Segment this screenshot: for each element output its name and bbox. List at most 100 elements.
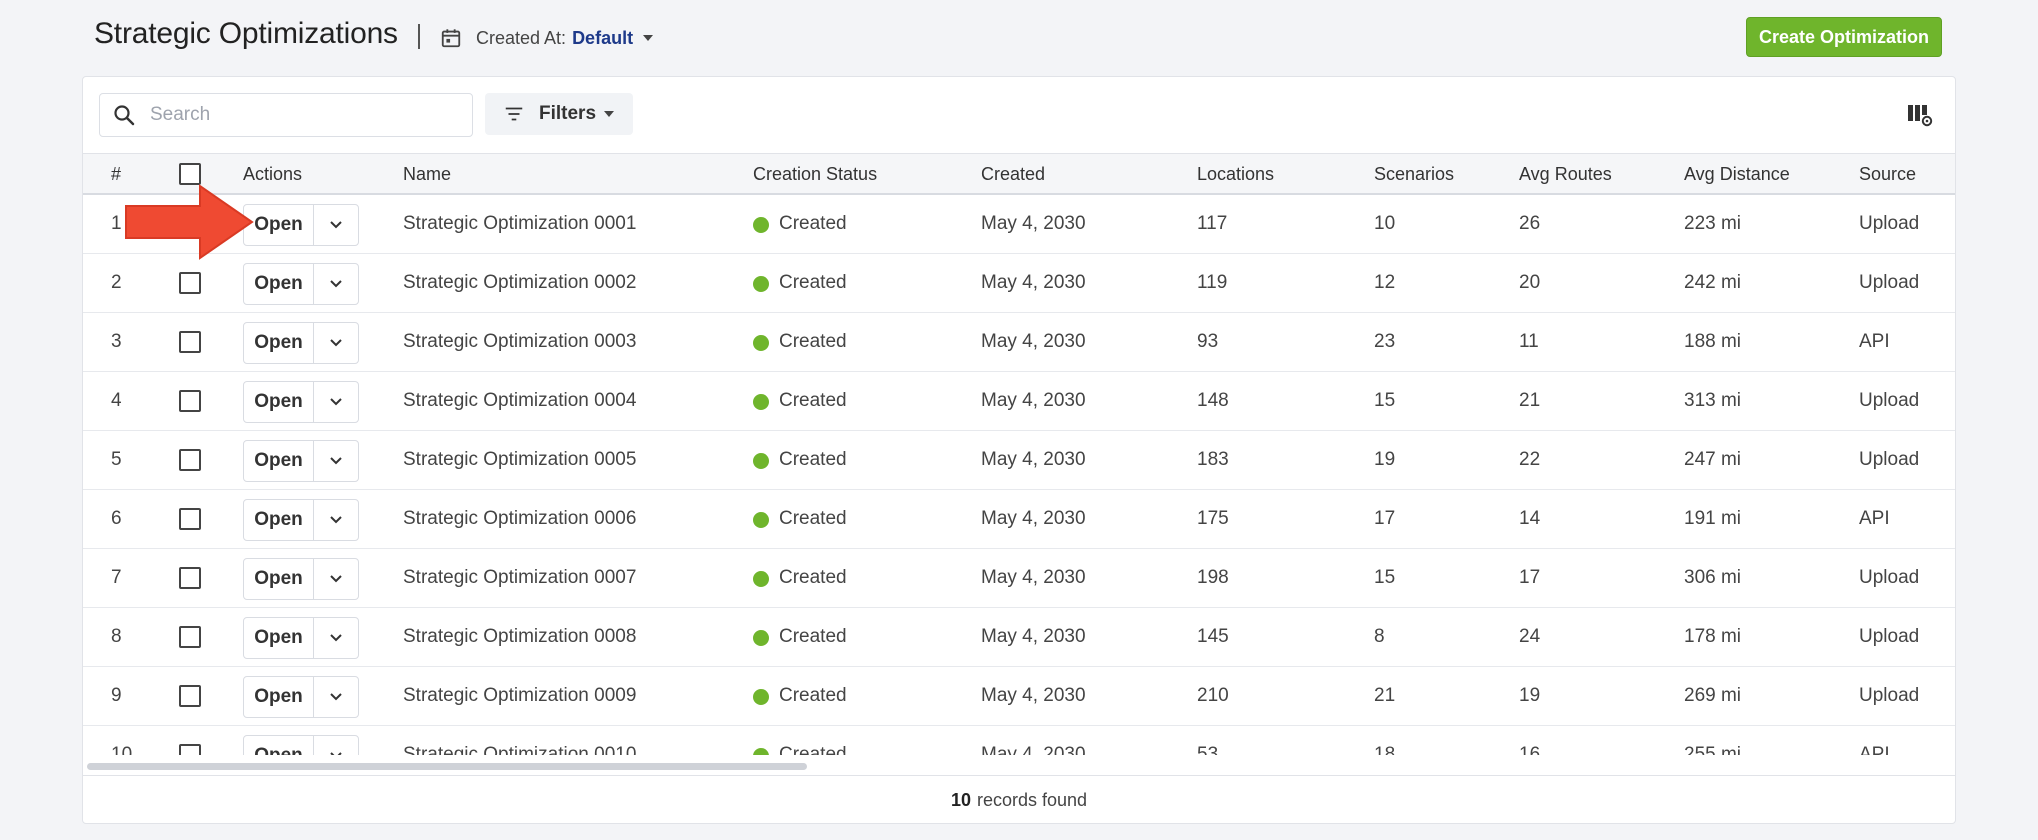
chevron-down-icon: [330, 457, 342, 465]
avg-distance: 269 mi: [1684, 685, 1742, 706]
row-checkbox[interactable]: [179, 508, 201, 530]
scenarios-count: 15: [1374, 390, 1396, 411]
table-row[interactable]: 2 Open Strategic Optimization 0002 Created M…: [83, 254, 1955, 313]
annotation-arrow-icon: [125, 184, 254, 260]
horizontal-scrollbar-thumb[interactable]: [87, 763, 807, 770]
column-header-number[interactable]: #: [111, 164, 121, 185]
row-number: 4: [111, 390, 122, 411]
created-date: May 4, 2030: [981, 567, 1086, 588]
row-actions: Open: [243, 204, 359, 246]
locations-count: 148: [1197, 390, 1229, 411]
row-actions-dropdown-button[interactable]: [314, 736, 358, 755]
open-button[interactable]: Open: [244, 264, 314, 304]
creation-status: Created: [779, 390, 847, 411]
record-count: 10: [950, 790, 971, 810]
row-number: 6: [111, 508, 122, 529]
column-header-source[interactable]: Source: [1859, 164, 1916, 185]
optimization-name[interactable]: Strategic Optimization 0009: [403, 685, 636, 707]
row-actions-dropdown-button[interactable]: [314, 500, 358, 540]
row-number: 7: [111, 567, 122, 588]
column-header-actions: Actions: [243, 164, 303, 184]
table-row[interactable]: 6 Open Strategic Optimization 0006 Created M…: [83, 490, 1955, 549]
chevron-down-icon: [330, 752, 342, 755]
optimization-name[interactable]: Strategic Optimization 0003: [403, 331, 636, 353]
row-actions-dropdown-button[interactable]: [314, 618, 358, 658]
row-actions-dropdown-button[interactable]: [314, 559, 358, 599]
row-checkbox[interactable]: [179, 390, 201, 412]
avg-routes: 21: [1519, 390, 1541, 411]
column-header-creation-status[interactable]: Creation Status: [753, 164, 877, 185]
optimization-name[interactable]: Strategic Optimization 0008: [403, 626, 636, 648]
optimization-name[interactable]: Strategic Optimization 0005: [403, 449, 636, 471]
open-button[interactable]: Open: [244, 382, 314, 422]
select-all-checkbox[interactable]: [179, 163, 201, 185]
chevron-down-icon: [330, 221, 342, 229]
column-settings-icon[interactable]: [1907, 103, 1933, 127]
locations-count: 210: [1197, 685, 1229, 706]
filters-button[interactable]: Filters: [485, 93, 633, 135]
row-actions-dropdown-button[interactable]: [314, 382, 358, 422]
table-row[interactable]: 9 Open Strategic Optimization 0009 Created M…: [83, 667, 1955, 726]
row-checkbox[interactable]: [179, 744, 201, 755]
table-header: # Actions Name Creation Status Created L…: [83, 153, 1955, 195]
table-row[interactable]: 7 Open Strategic Optimization 0007 Created M…: [83, 549, 1955, 608]
open-button[interactable]: Open: [244, 559, 314, 599]
optimization-name[interactable]: Strategic Optimization 0006: [403, 508, 636, 530]
table-row[interactable]: 10 Open Strategic Optimization 0010 Created…: [83, 726, 1955, 755]
column-header-name[interactable]: Name: [403, 164, 451, 185]
scenarios-count: 17: [1374, 508, 1396, 529]
optimization-name[interactable]: Strategic Optimization 0001: [403, 213, 636, 235]
row-checkbox[interactable]: [179, 331, 201, 353]
row-actions-dropdown-button[interactable]: [314, 677, 358, 717]
column-header-created[interactable]: Created: [981, 164, 1045, 185]
scenarios-count: 21: [1374, 685, 1396, 706]
row-checkbox[interactable]: [179, 685, 201, 707]
search-input[interactable]: [150, 104, 450, 126]
row-actions-dropdown-button[interactable]: [314, 441, 358, 481]
column-header-scenarios[interactable]: Scenarios: [1374, 164, 1454, 185]
table-row[interactable]: 1 Open Strategic Optimization 0001 Created M…: [83, 195, 1955, 254]
created-at-value[interactable]: Default: [572, 28, 633, 49]
locations-count: 183: [1197, 449, 1229, 470]
optimization-name[interactable]: Strategic Optimization 0002: [403, 272, 636, 294]
table-row[interactable]: 5 Open Strategic Optimization 0005 Created M…: [83, 431, 1955, 490]
row-checkbox[interactable]: [179, 272, 201, 294]
search-box[interactable]: [99, 93, 473, 137]
source: Upload: [1859, 272, 1920, 293]
table-row[interactable]: 3 Open Strategic Optimization 0003 Created M…: [83, 313, 1955, 372]
open-button[interactable]: Open: [244, 323, 314, 363]
table-row[interactable]: 8 Open Strategic Optimization 0008 Created M…: [83, 608, 1955, 667]
avg-routes: 26: [1519, 213, 1541, 234]
optimization-name[interactable]: Strategic Optimization 0004: [403, 390, 636, 412]
locations-count: 117: [1197, 213, 1228, 234]
create-optimization-button[interactable]: Create Optimization: [1746, 17, 1942, 57]
column-header-avg-distance[interactable]: Avg Distance: [1684, 164, 1790, 185]
row-actions: Open: [243, 440, 359, 482]
optimization-name[interactable]: Strategic Optimization 0010: [403, 744, 636, 755]
open-button[interactable]: Open: [244, 677, 314, 717]
source: Upload: [1859, 213, 1920, 234]
created-at-filter[interactable]: Created At: Default: [440, 24, 654, 52]
creation-status: Created: [779, 449, 847, 470]
row-actions-dropdown-button[interactable]: [314, 264, 358, 304]
chevron-down-icon: [330, 516, 342, 524]
row-actions: Open: [243, 676, 359, 718]
scenarios-count: 12: [1374, 272, 1396, 293]
open-button[interactable]: Open: [244, 500, 314, 540]
open-button[interactable]: Open: [244, 736, 314, 755]
row-actions-dropdown-button[interactable]: [314, 323, 358, 363]
creation-status: Created: [779, 685, 847, 706]
row-actions-dropdown-button[interactable]: [314, 205, 358, 245]
row-checkbox[interactable]: [179, 449, 201, 471]
row-checkbox[interactable]: [179, 626, 201, 648]
row-checkbox[interactable]: [179, 567, 201, 589]
chevron-down-icon: [604, 111, 615, 117]
column-header-locations[interactable]: Locations: [1197, 164, 1274, 185]
table-footer: 10 records found: [83, 775, 1955, 823]
open-button[interactable]: Open: [244, 618, 314, 658]
open-button[interactable]: Open: [244, 441, 314, 481]
column-header-avg-routes[interactable]: Avg Routes: [1519, 164, 1612, 185]
locations-count: 198: [1197, 567, 1229, 588]
optimization-name[interactable]: Strategic Optimization 0007: [403, 567, 636, 589]
table-row[interactable]: 4 Open Strategic Optimization 0004 Created M…: [83, 372, 1955, 431]
